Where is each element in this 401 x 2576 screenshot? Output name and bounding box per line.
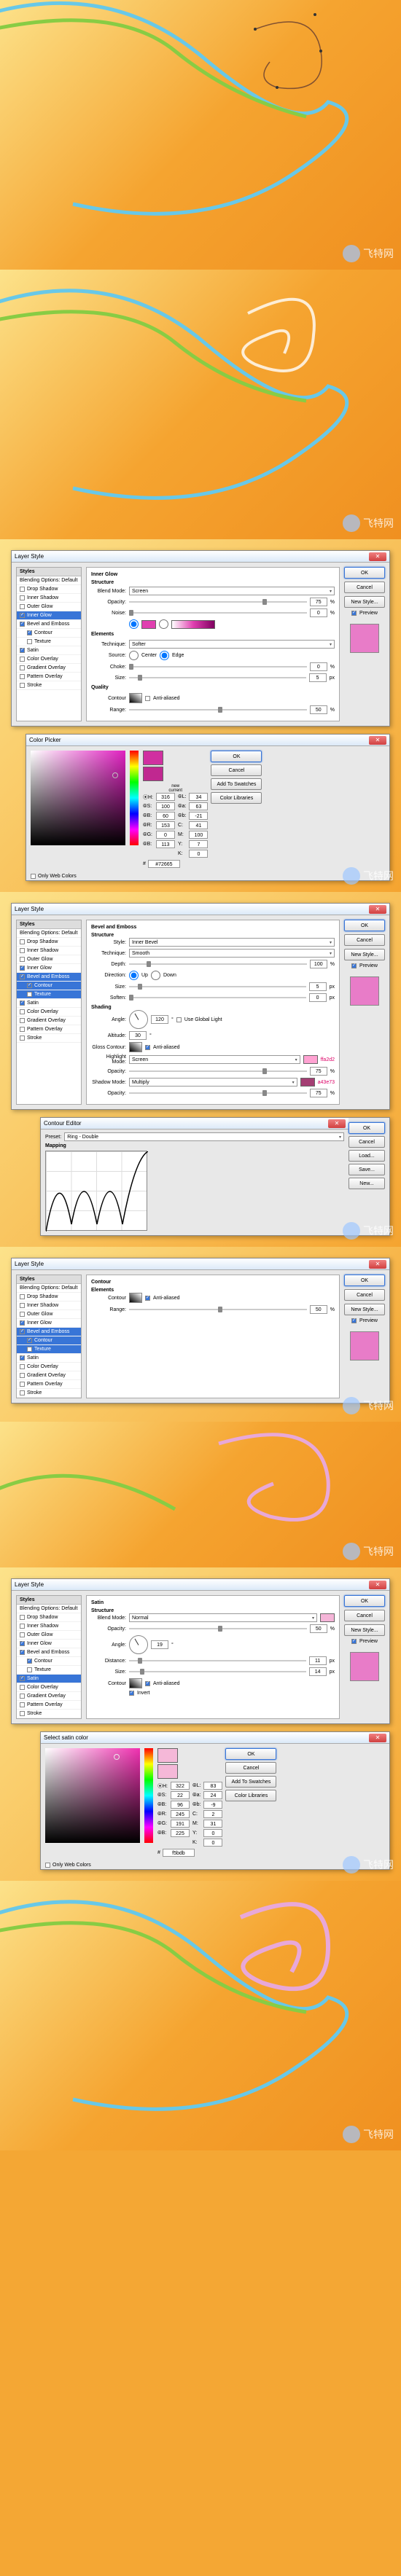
- style-outer-glow[interactable]: Outer Glow: [17, 603, 81, 611]
- curves-svg: [0, 0, 401, 270]
- close-icon[interactable]: ✕: [328, 1119, 346, 1128]
- noise-slider[interactable]: [129, 612, 307, 614]
- close-icon[interactable]: ✕: [369, 905, 386, 914]
- style-contour[interactable]: Contour: [17, 1336, 81, 1345]
- preview-swatch: [350, 624, 379, 653]
- section-satin: Layer Style✕ Styles Blending Options: De…: [0, 1567, 401, 1881]
- color-field[interactable]: [45, 1748, 140, 1843]
- color-picker-dialog: Select satin color✕ ⦿H:322⦾L:83 ⦾S:22⦾a:…: [40, 1731, 390, 1870]
- tutorial-image-3: 飞特网: [0, 1422, 401, 1567]
- preset-select[interactable]: Ring - Double: [64, 1132, 344, 1141]
- color-picker-dialog: Color Picker✕ newcurrent ⦿H:316⦾L:34 ⦾S:…: [26, 734, 390, 881]
- tutorial-image-2: 飞特网: [0, 270, 401, 539]
- opacity-slider[interactable]: [129, 601, 307, 603]
- color-radio[interactable]: [129, 619, 139, 629]
- current-color[interactable]: [143, 767, 163, 781]
- tutorial-image-1: 飞特网: [0, 0, 401, 270]
- section-inner-glow: Layer Style ✕ Styles Blending Options: De…: [0, 539, 401, 892]
- style-satin[interactable]: Satin: [17, 1675, 81, 1683]
- section-bevel: Layer Style✕ Styles Blending Options: De…: [0, 892, 401, 1247]
- add-swatches-button[interactable]: Add To Swatches: [211, 778, 262, 790]
- ok-button[interactable]: OK: [344, 1275, 385, 1286]
- dialog-title: Layer Style: [15, 553, 44, 560]
- ok-button[interactable]: OK: [349, 1122, 385, 1134]
- style-blend[interactable]: Blending Options: Default: [17, 576, 81, 585]
- satin-color-swatch[interactable]: [320, 1613, 335, 1622]
- hex-input[interactable]: #72665: [148, 860, 180, 868]
- close-icon[interactable]: ✕: [369, 1734, 386, 1742]
- tutorial-image-final: 飞特网: [0, 1881, 401, 2150]
- technique-select[interactable]: Softer: [129, 640, 335, 649]
- blend-mode-select[interactable]: Screen: [129, 587, 335, 595]
- style-bevel[interactable]: Bevel and Emboss: [17, 620, 81, 629]
- hue-slider[interactable]: [130, 751, 139, 845]
- style-inner-shadow[interactable]: Inner Shadow: [17, 594, 81, 603]
- cancel-button[interactable]: Cancel: [344, 582, 385, 593]
- contour-swatch[interactable]: [129, 693, 142, 703]
- cancel-button[interactable]: Cancel: [211, 764, 262, 776]
- contour-editor-dialog: Contour Editor✕ Preset:Ring - Double Map…: [40, 1117, 390, 1236]
- style-inner-glow[interactable]: Inner Glow: [17, 611, 81, 620]
- styles-list: Styles Blending Options: Default Drop Sh…: [16, 567, 82, 721]
- layer-style-dialog: Layer Style ✕ Styles Blending Options: De…: [11, 550, 390, 727]
- ok-button[interactable]: OK: [344, 567, 385, 579]
- new-style-button[interactable]: New Style...: [344, 596, 385, 608]
- load-button[interactable]: Load...: [349, 1150, 385, 1162]
- close-icon[interactable]: ✕: [369, 1581, 386, 1589]
- gradient-swatch[interactable]: [171, 620, 215, 629]
- new-button[interactable]: New...: [349, 1178, 385, 1189]
- ok-button[interactable]: OK: [344, 920, 385, 931]
- angle-wheel[interactable]: [129, 1010, 148, 1029]
- close-icon[interactable]: ✕: [369, 552, 386, 561]
- color-field[interactable]: [31, 751, 125, 845]
- section-contour: Layer Style✕ Styles Blending Options: De…: [0, 1247, 401, 1422]
- ok-button[interactable]: OK: [225, 1748, 276, 1760]
- ok-button[interactable]: OK: [344, 1595, 385, 1607]
- glow-color-swatch[interactable]: [141, 620, 156, 629]
- contour-canvas[interactable]: [45, 1151, 147, 1231]
- hue-slider[interactable]: [144, 1748, 153, 1843]
- layer-style-dialog: Layer Style✕ Styles Blending Options: De…: [11, 903, 390, 1110]
- hex-input[interactable]: f5bdb: [163, 1849, 195, 1857]
- watermark: 飞特网: [343, 245, 394, 262]
- cancel-button[interactable]: Cancel: [344, 934, 385, 946]
- style-bevel[interactable]: Bevel and Emboss: [17, 973, 81, 982]
- close-icon[interactable]: ✕: [369, 1260, 386, 1269]
- color-libs-button[interactable]: Color Libraries: [211, 792, 262, 804]
- style-drop[interactable]: Drop Shadow: [17, 585, 81, 594]
- new-color: [143, 751, 163, 765]
- save-button[interactable]: Save...: [349, 1164, 385, 1175]
- close-icon[interactable]: ✕: [369, 736, 386, 745]
- ok-button[interactable]: OK: [211, 751, 262, 762]
